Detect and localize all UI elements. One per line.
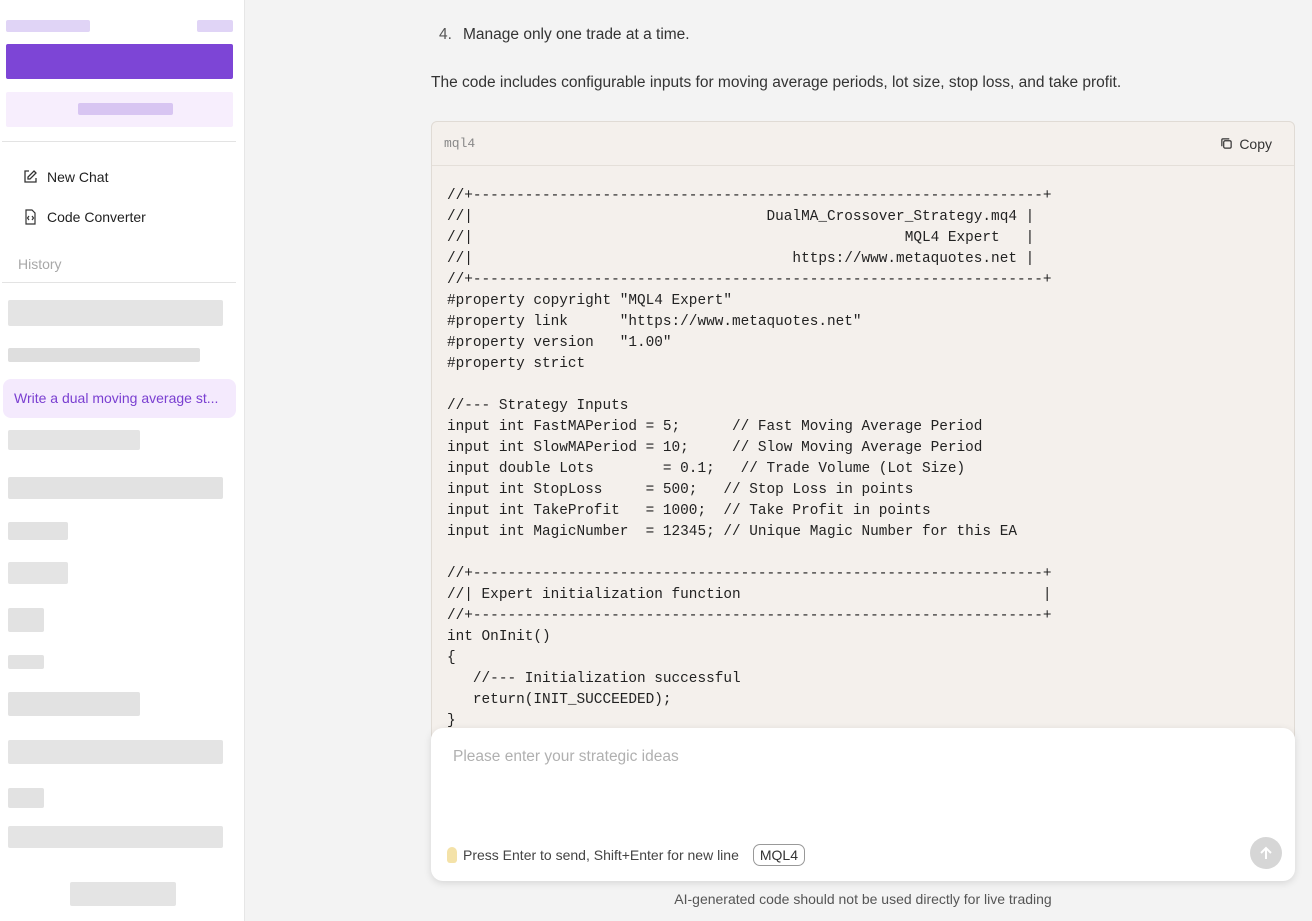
code-line: //| https://www.metaquotes.net | — [447, 251, 1035, 267]
code-line: #property copyright "MQL4 Expert" — [447, 293, 732, 309]
code-converter-button[interactable]: Code Converter — [22, 209, 146, 225]
send-button[interactable] — [1250, 837, 1282, 869]
disclaimer: AI-generated code should not be used dir… — [674, 891, 1052, 907]
history-heading: History — [18, 256, 62, 272]
new-chat-button[interactable]: New Chat — [22, 169, 108, 185]
code-line: input double Lots = 0.1; // Trade Volume… — [447, 461, 966, 477]
code-file-icon — [25, 209, 36, 225]
code-line: //--- Initialization successful — [447, 671, 741, 687]
code-line: //+-------------------------------------… — [447, 188, 1052, 204]
code-line: input int FastMAPeriod = 5; // Fast Movi… — [447, 419, 983, 435]
list-number: 4. — [439, 26, 452, 43]
code-line: //+-------------------------------------… — [447, 272, 1052, 288]
new-chat-label: New Chat — [47, 169, 109, 185]
hint-row: Press Enter to send, Shift+Enter for new… — [447, 844, 805, 866]
code-line: int OnInit() — [447, 629, 551, 645]
code-line: input int SlowMAPeriod = 10; // Slow Mov… — [447, 440, 983, 456]
code-converter-label: Code Converter — [47, 209, 146, 225]
code-block: mql4 Copy //+---------------------------… — [431, 121, 1295, 741]
hint-text: Press Enter to send, Shift+Enter for new… — [463, 847, 739, 863]
sidebar: New Chat Code Converter History Write a … — [0, 0, 245, 921]
code-line: input int StopLoss = 500; // Stop Loss i… — [447, 482, 914, 498]
copy-icon — [1221, 138, 1233, 149]
code-line: //| Expert initialization function | — [447, 587, 1052, 603]
code-line: //--- Strategy Inputs — [447, 398, 629, 414]
code-line: { — [447, 650, 456, 666]
code-line: //| MQL4 Expert | — [447, 230, 1035, 246]
list-item-text: Manage only one trade at a time. — [463, 26, 690, 43]
paragraph: The code includes configurable inputs fo… — [431, 74, 1122, 91]
lightbulb-icon — [447, 847, 457, 863]
code-line: //| DualMA_Crossover_Strategy.mq4 | — [447, 209, 1035, 225]
code-line: input int MagicNumber = 12345; // Unique… — [447, 524, 1017, 540]
history-item-active[interactable]: Write a dual moving average st... — [3, 379, 236, 418]
code-line: //+-------------------------------------… — [447, 566, 1052, 582]
divider — [2, 141, 236, 142]
copy-button[interactable]: Copy — [1220, 136, 1282, 152]
code-line: #property strict — [447, 356, 586, 372]
code-line: input int TakeProfit = 1000; // Take Pro… — [447, 503, 931, 519]
code-line: //+-------------------------------------… — [447, 608, 1052, 624]
edit-icon — [24, 170, 37, 183]
strategy-input[interactable] — [453, 748, 1253, 766]
arrow-up-icon — [1260, 846, 1272, 859]
composer: Press Enter to send, Shift+Enter for new… — [431, 728, 1295, 881]
language-badge[interactable]: MQL4 — [752, 844, 805, 866]
copy-label: Copy — [1239, 135, 1272, 152]
code-line: #property link "https://www.metaquotes.n… — [447, 314, 862, 330]
code-content: //+-------------------------------------… — [432, 166, 1294, 740]
code-header: mql4 Copy — [432, 122, 1294, 166]
divider — [2, 282, 236, 283]
code-line: #property version "1.00" — [447, 335, 672, 351]
code-language: mql4 — [444, 136, 476, 151]
code-line: return(INIT_SUCCEEDED); — [447, 692, 672, 708]
